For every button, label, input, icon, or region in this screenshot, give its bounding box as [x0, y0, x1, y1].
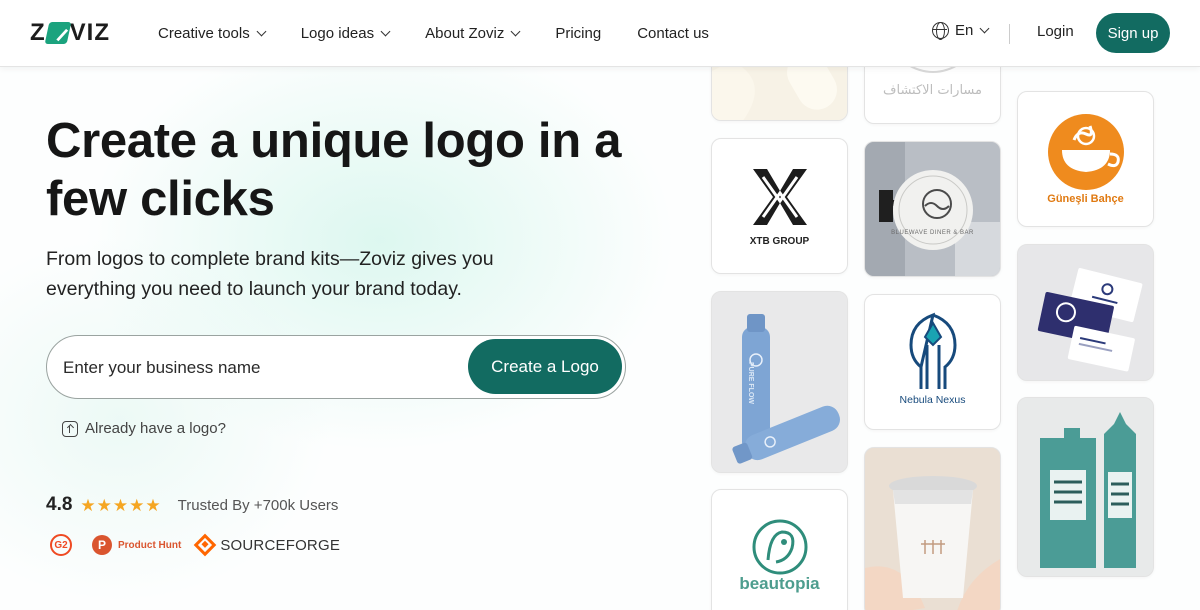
gallery-tile-bags[interactable]	[1017, 397, 1154, 577]
gallery-tile-nebula[interactable]: Nebula Nexus	[864, 294, 1001, 430]
product-hunt-badge[interactable]: P Product Hunt	[92, 535, 181, 555]
globe-icon	[932, 22, 949, 40]
gallery-tile-signage[interactable]: BLUEWAVE DINER & BAR	[864, 141, 1001, 277]
chevron-down-icon	[510, 26, 521, 37]
top-navbar: Z VIZ Creative tools Logo ideas About Zo…	[0, 0, 1200, 67]
hero-title: Create a unique logo in a few clicks	[46, 114, 622, 226]
nav-about-zoviz-label: About Zoviz	[425, 25, 505, 42]
main-nav: Creative tools Logo ideas About Zoviz Pr…	[158, 0, 745, 67]
g2-badge-icon[interactable]: G2	[50, 534, 72, 556]
sourceforge-icon	[194, 533, 217, 557]
business-cards-image	[1018, 245, 1153, 380]
signage-label: BLUEWAVE DINER & BAR	[891, 230, 974, 236]
nav-about-zoviz[interactable]: About Zoviz	[425, 25, 521, 42]
product-hunt-label: Product Hunt	[118, 539, 182, 551]
product-hunt-icon: P	[92, 535, 112, 555]
logo-letters-viz: VIZ	[69, 19, 111, 46]
nav-creative-tools[interactable]: Creative tools	[158, 25, 267, 42]
business-name-form: Create a Logo	[46, 335, 626, 399]
signage-image	[865, 142, 1000, 276]
page: XTB GROUP PURE FLOW beautopia مسارات الا…	[0, 0, 1200, 610]
upload-logo-label: Already have a logo?	[85, 420, 226, 437]
review-badges: G2 P Product Hunt SOURCEFORGE	[50, 533, 341, 557]
star-icon: ★	[96, 495, 112, 515]
star-icon: ★	[145, 495, 161, 515]
zoviz-logo[interactable]: Z VIZ	[30, 19, 111, 46]
login-link[interactable]: Login	[1037, 23, 1074, 40]
create-logo-button[interactable]: Create a Logo	[468, 339, 622, 394]
language-selector[interactable]: En	[932, 22, 990, 40]
gallery-tile-coffee-logo[interactable]: Güneşli Bahçe	[1017, 91, 1154, 227]
logo-letter-z: Z	[30, 19, 46, 46]
star-icon: ★	[129, 495, 145, 515]
language-label: En	[955, 22, 974, 39]
nav-contact-us[interactable]: Contact us	[637, 25, 709, 42]
signup-button[interactable]: Sign up	[1096, 13, 1170, 53]
chevron-down-icon	[380, 26, 391, 37]
nebula-label: Nebula Nexus	[899, 394, 966, 406]
arabic-label: مسارات الاكتشاف	[883, 83, 982, 98]
header-divider	[1009, 24, 1010, 44]
business-name-input[interactable]	[63, 354, 443, 382]
coffee-bags-image	[1018, 398, 1153, 576]
rating-score: 4.8	[46, 494, 73, 515]
chevron-down-icon	[256, 26, 267, 37]
logo-mark-icon	[44, 22, 72, 44]
coffee-logo-icon	[1048, 114, 1124, 190]
coffee-cup-image	[865, 448, 1000, 610]
rating-stars: ★ ★ ★ ★ ★	[80, 496, 161, 515]
nav-pricing[interactable]: Pricing	[555, 25, 601, 42]
gallery-tile-beautopia[interactable]: beautopia	[711, 489, 848, 610]
upload-logo-link[interactable]: Already have a logo?	[62, 420, 226, 437]
chevron-down-icon	[979, 23, 990, 34]
upload-icon	[62, 420, 78, 437]
nav-contact-us-label: Contact us	[637, 25, 709, 42]
nav-logo-ideas[interactable]: Logo ideas	[300, 25, 391, 42]
star-icon: ★	[112, 495, 129, 515]
xtb-label: XTB GROUP	[749, 236, 810, 247]
sourceforge-badge[interactable]: SOURCEFORGE	[194, 533, 341, 557]
nav-pricing-label: Pricing	[555, 25, 602, 42]
bottles-image	[712, 292, 847, 472]
logo-gallery: XTB GROUP PURE FLOW beautopia مسارات الا…	[0, 0, 1200, 610]
star-icon: ★	[80, 495, 96, 515]
gallery-tile-cards[interactable]	[1017, 244, 1154, 381]
xtb-logo-icon	[753, 169, 807, 225]
gallery-tile-cup[interactable]	[864, 447, 1001, 610]
nebula-logo-icon	[909, 312, 957, 389]
gallery-tile-xtb[interactable]: XTB GROUP	[711, 138, 848, 274]
rating-row: 4.8 ★ ★ ★ ★ ★ Trusted By +700k Users	[46, 494, 338, 516]
beautopia-label: beautopia	[739, 574, 820, 593]
gallery-tile-bottles[interactable]: PURE FLOW	[711, 291, 848, 473]
nav-creative-tools-label: Creative tools	[158, 25, 250, 42]
trusted-text: Trusted By +700k Users	[177, 496, 339, 514]
bottles-label: PURE FLOW	[747, 362, 754, 404]
nav-logo-ideas-label: Logo ideas	[300, 25, 375, 42]
coffee-logo-label: Güneşli Bahçe	[1047, 193, 1124, 205]
hero-subtitle: From logos to complete brand kits—Zoviz …	[46, 248, 494, 300]
sourceforge-label: SOURCEFORGE	[220, 536, 341, 554]
